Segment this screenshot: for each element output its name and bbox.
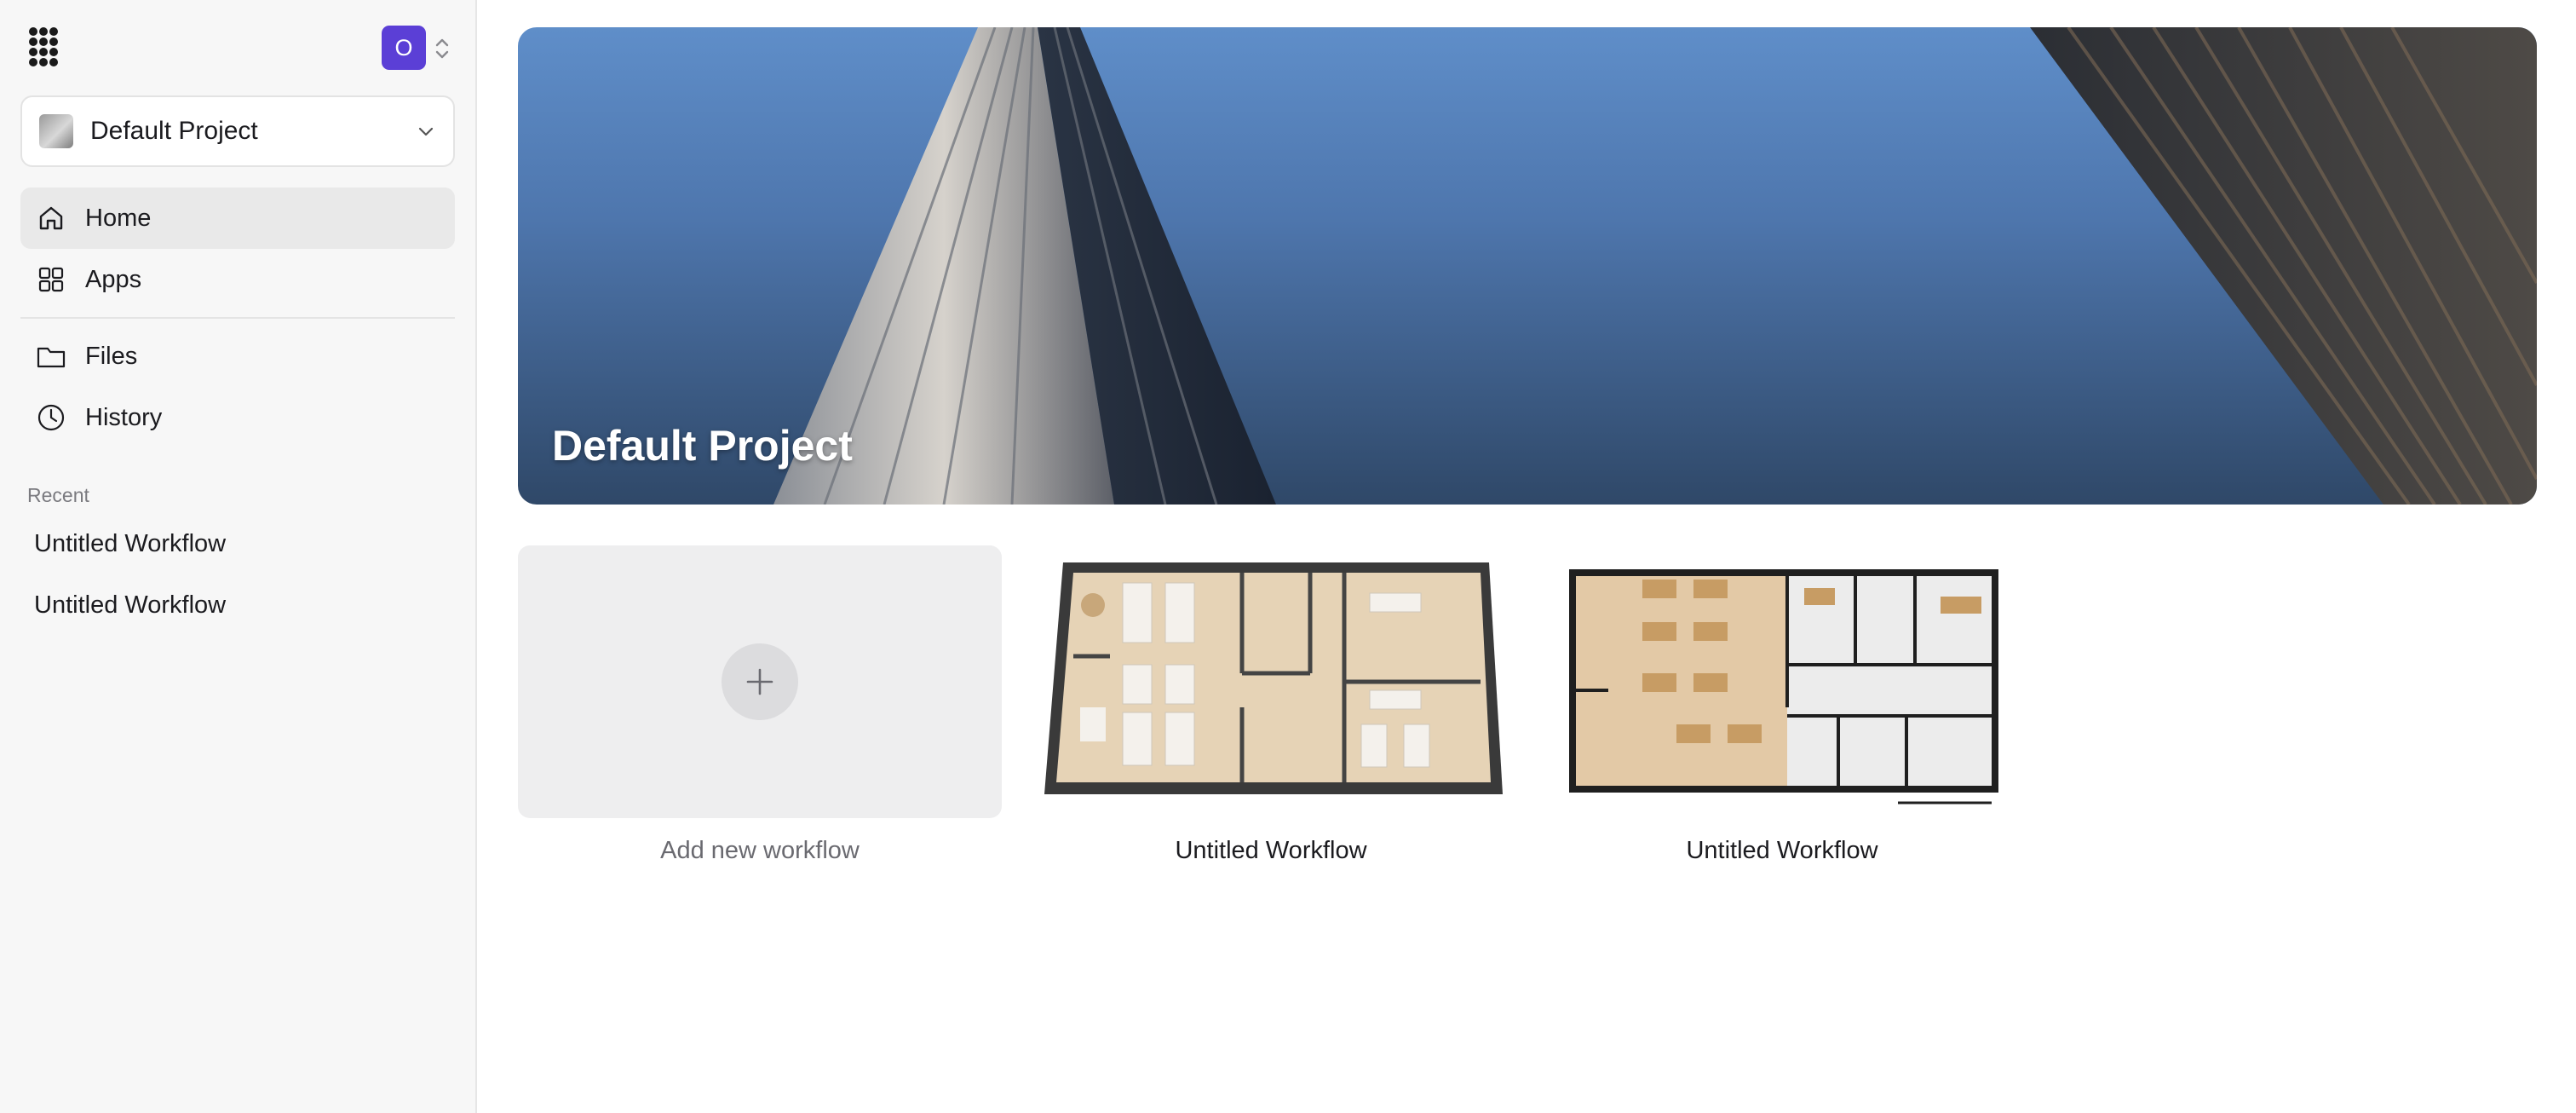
folder-icon [36,341,66,372]
recent-item[interactable]: Untitled Workflow [34,530,226,558]
add-workflow-card[interactable]: Add new workflow [518,545,1002,865]
banner-title: Default Project [552,422,853,470]
nav-label-apps: Apps [85,265,142,293]
nav-label-files: Files [85,342,138,370]
nav-item-files[interactable]: Files [20,326,455,387]
clock-icon [36,402,66,433]
workflow-card-title: Untitled Workflow [1175,837,1367,864]
add-workflow-label: Add new workflow [660,837,860,864]
recent-heading: Recent [27,484,89,506]
sidebar: O Default Project Home Apps Files Histor… [0,0,477,1113]
avatar-initial: O [394,34,413,61]
project-selector-label: Default Project [90,117,258,145]
nav-item-apps[interactable]: Apps [20,249,455,310]
nav-item-home[interactable]: Home [20,187,455,249]
workflow-card[interactable]: Untitled Workflow [1540,545,2024,865]
logo-icon[interactable] [29,27,58,66]
account-switch-icon[interactable] [433,34,451,63]
nav-divider [20,317,455,319]
workflow-card[interactable]: Untitled Workflow [1029,545,1513,865]
project-thumbnail [39,114,73,148]
workflow-thumbnail[interactable] [1540,545,2024,818]
grid-icon [36,264,66,295]
nav-label-history: History [85,403,163,431]
workflow-thumbnail[interactable] [1029,545,1513,818]
nav-label-home: Home [85,204,152,232]
chevron-down-icon [416,121,436,141]
recent-item[interactable]: Untitled Workflow [34,591,226,620]
account-avatar[interactable]: O [382,26,426,70]
project-banner: Default Project [518,27,2537,505]
plus-icon [722,643,798,720]
home-icon [36,203,66,234]
project-selector[interactable]: Default Project [20,95,455,167]
add-workflow-thumbnail[interactable] [518,545,1002,818]
nav-item-history[interactable]: History [20,387,455,448]
workflow-card-title: Untitled Workflow [1686,837,1878,864]
